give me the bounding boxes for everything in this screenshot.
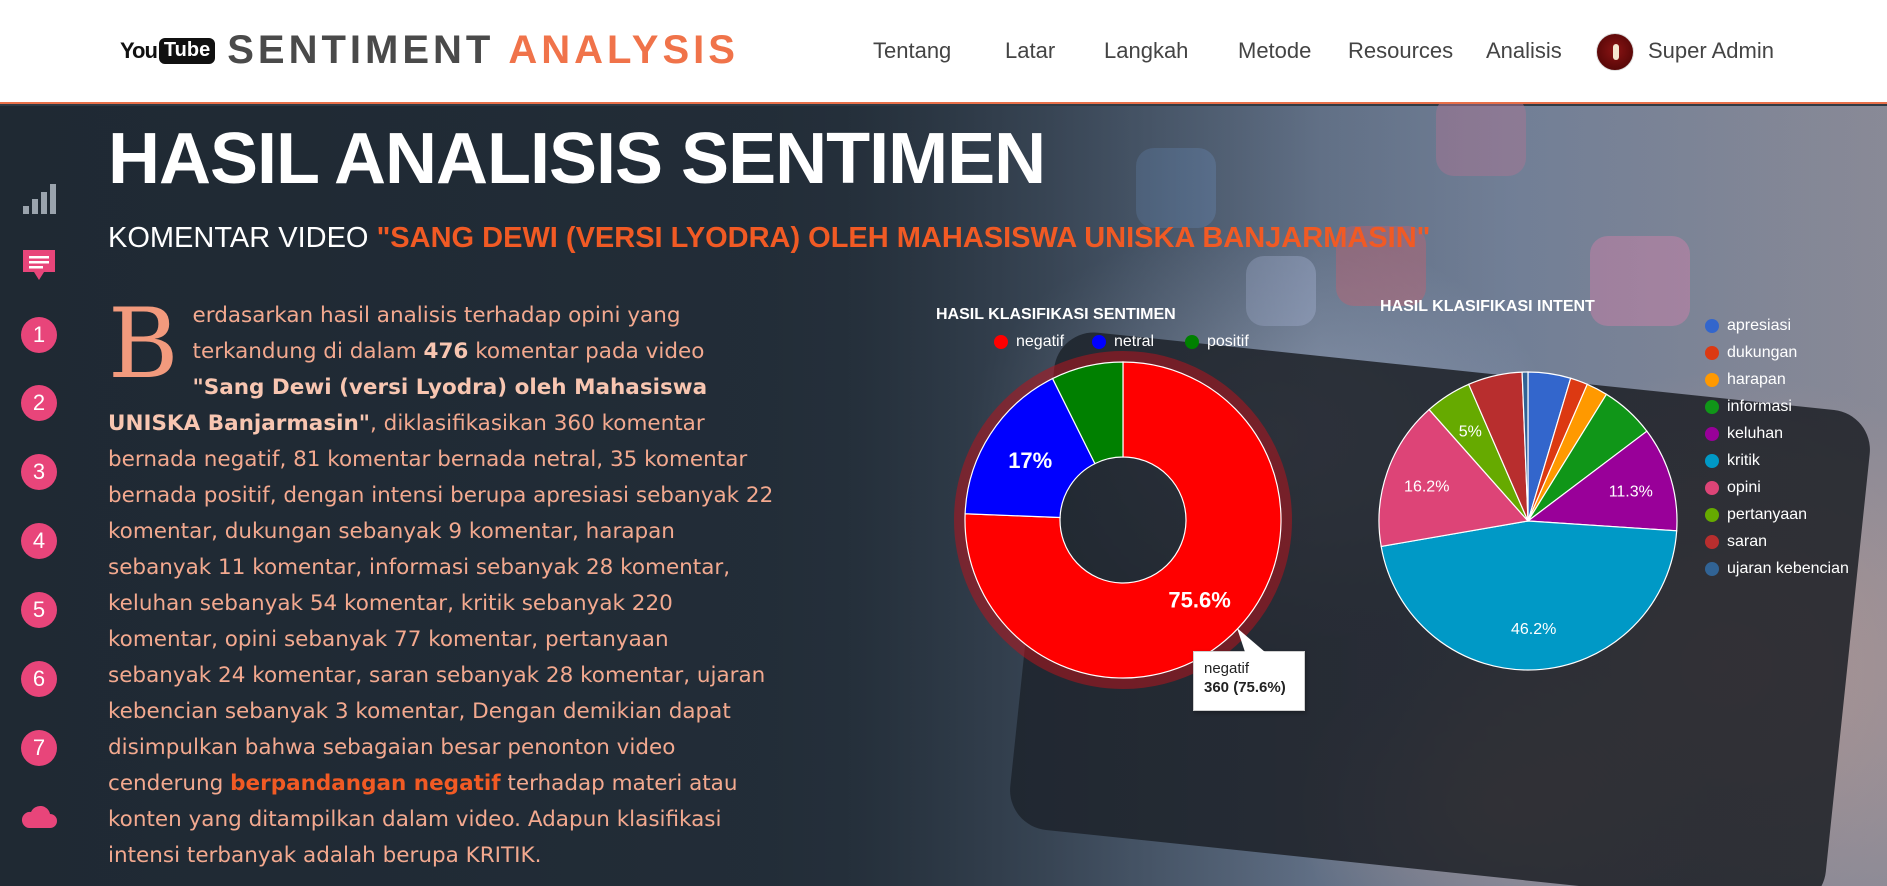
step-5-button[interactable]: 5 bbox=[18, 589, 60, 631]
legend-label: pertanyaan bbox=[1727, 506, 1808, 523]
legend-label: netral bbox=[1114, 333, 1155, 350]
comment-count: 476 bbox=[423, 339, 469, 364]
step-4-label: 4 bbox=[21, 523, 57, 559]
step-7-label: 7 bbox=[21, 730, 57, 766]
page-title: HASIL ANALISIS SENTIMEN bbox=[108, 119, 1046, 199]
paragraph-text: , diklasifikasikan 360 komentar bernada … bbox=[108, 411, 774, 796]
legend-label: kritik bbox=[1727, 452, 1760, 469]
nav-tentang[interactable]: Tentang bbox=[873, 38, 951, 64]
step-2-button[interactable]: 2 bbox=[18, 382, 60, 424]
nav-analisis[interactable]: Analisis bbox=[1486, 38, 1562, 64]
comment-icon[interactable] bbox=[18, 244, 60, 286]
nav-latar[interactable]: Latar bbox=[1005, 38, 1055, 64]
legend-label: opini bbox=[1727, 479, 1761, 496]
slice-label-netral: 17% bbox=[1008, 448, 1052, 473]
legend-swatch bbox=[1705, 508, 1719, 522]
legend-item-positif[interactable]: positif bbox=[1185, 333, 1249, 351]
user-avatar[interactable] bbox=[1596, 33, 1634, 71]
legend-label: dukungan bbox=[1727, 344, 1798, 361]
dropcap: B bbox=[108, 288, 179, 400]
legend-item-opini[interactable]: opini bbox=[1705, 479, 1761, 497]
legend-swatch bbox=[1705, 562, 1719, 576]
step-6-label: 6 bbox=[21, 661, 57, 697]
slice-label-opini: 16.2% bbox=[1404, 479, 1449, 496]
legend-item-apresiasi[interactable]: apresiasi bbox=[1705, 317, 1791, 335]
subtitle-video-title: "SANG DEWI (VERSI LYODRA) OLEH MAHASISWA… bbox=[376, 222, 1431, 254]
legend-label: saran bbox=[1727, 533, 1768, 550]
slice-label-keluhan: 11.3% bbox=[1609, 483, 1653, 500]
slice-label-pertanyaan: 5% bbox=[1459, 424, 1482, 441]
analysis-paragraph: Berdasarkan hasil analisis terhadap opin… bbox=[108, 288, 778, 874]
step-7-button[interactable]: 7 bbox=[18, 727, 60, 769]
step-4-button[interactable]: 4 bbox=[18, 520, 60, 562]
legend-swatch bbox=[994, 335, 1008, 349]
legend-label: positif bbox=[1207, 333, 1249, 350]
legend-item-dukungan[interactable]: dukungan bbox=[1705, 344, 1797, 362]
legend-swatch bbox=[1092, 335, 1106, 349]
legend-label: harapan bbox=[1727, 371, 1786, 388]
step-3-button[interactable]: 3 bbox=[18, 451, 60, 493]
pie-slice-kritik[interactable] bbox=[1380, 520, 1678, 671]
legend-swatch bbox=[1705, 427, 1719, 441]
nav-metode[interactable]: Metode bbox=[1238, 38, 1311, 64]
chart-title-intent: HASIL KLASIFIKASI INTENT bbox=[1380, 298, 1595, 315]
slice-label-kritik: 46.2% bbox=[1511, 621, 1556, 638]
top-navbar: You Tube SENTIMENT ANALYSIS Tentang Lata… bbox=[0, 0, 1887, 104]
step-5-label: 5 bbox=[21, 592, 57, 628]
legend-swatch bbox=[1705, 373, 1719, 387]
chart-title-sentiment: HASIL KLASIFIKASI SENTIMEN bbox=[936, 306, 1176, 323]
legend-item-kritik[interactable]: kritik bbox=[1705, 452, 1760, 470]
legend-item-ujaran-kebencian[interactable]: ujaran kebencian bbox=[1705, 560, 1849, 578]
intent-pie-chart[interactable]: 11.3% 46.2% 16.2% 5% bbox=[1373, 366, 1683, 676]
legend-label: keluhan bbox=[1727, 425, 1784, 442]
nav-resources[interactable]: Resources bbox=[1348, 38, 1453, 64]
legend-label: negatif bbox=[1016, 333, 1065, 350]
legend-item-negatif[interactable]: negatif bbox=[994, 333, 1064, 351]
step-2-label: 2 bbox=[21, 385, 57, 421]
paragraph-text: komentar pada video bbox=[468, 339, 705, 364]
subtitle-prefix: KOMENTAR VIDEO bbox=[108, 222, 377, 254]
slice-label-negatif: 75.6% bbox=[1168, 588, 1230, 613]
legend-item-pertanyaan[interactable]: pertanyaan bbox=[1705, 506, 1807, 524]
legend-swatch bbox=[1705, 535, 1719, 549]
legend-item-netral[interactable]: netral bbox=[1092, 333, 1154, 351]
legend-label: informasi bbox=[1727, 398, 1792, 415]
page-subtitle: KOMENTAR VIDEO "SANG DEWI (VERSI LYODRA)… bbox=[108, 222, 1430, 255]
legend-item-informasi[interactable]: informasi bbox=[1705, 398, 1792, 416]
legend-swatch bbox=[1705, 481, 1719, 495]
legend-swatch bbox=[1185, 335, 1199, 349]
step-6-button[interactable]: 6 bbox=[18, 658, 60, 700]
step-1-button[interactable]: 1 bbox=[18, 314, 60, 356]
tooltip-value: 360 (75.6%) bbox=[1204, 679, 1286, 696]
legend-item-harapan[interactable]: harapan bbox=[1705, 371, 1786, 389]
bar-chart-icon[interactable] bbox=[18, 178, 60, 220]
legend-item-saran[interactable]: saran bbox=[1705, 533, 1767, 551]
step-3-label: 3 bbox=[21, 454, 57, 490]
legend-swatch bbox=[1705, 454, 1719, 468]
cloud-icon[interactable] bbox=[18, 796, 60, 838]
legend-label: ujaran kebencian bbox=[1727, 560, 1849, 577]
legend-item-keluhan[interactable]: keluhan bbox=[1705, 425, 1783, 443]
nav-langkah[interactable]: Langkah bbox=[1104, 38, 1188, 64]
legend-swatch bbox=[1705, 346, 1719, 360]
legend-swatch bbox=[1705, 319, 1719, 333]
step-1-label: 1 bbox=[21, 317, 57, 353]
conclusion-emphasis: berpandangan negatif bbox=[230, 771, 501, 796]
legend-swatch bbox=[1705, 400, 1719, 414]
tooltip-pointer bbox=[1237, 628, 1265, 652]
legend-label: apresiasi bbox=[1727, 317, 1792, 334]
nav-user-name[interactable]: Super Admin bbox=[1648, 38, 1774, 64]
